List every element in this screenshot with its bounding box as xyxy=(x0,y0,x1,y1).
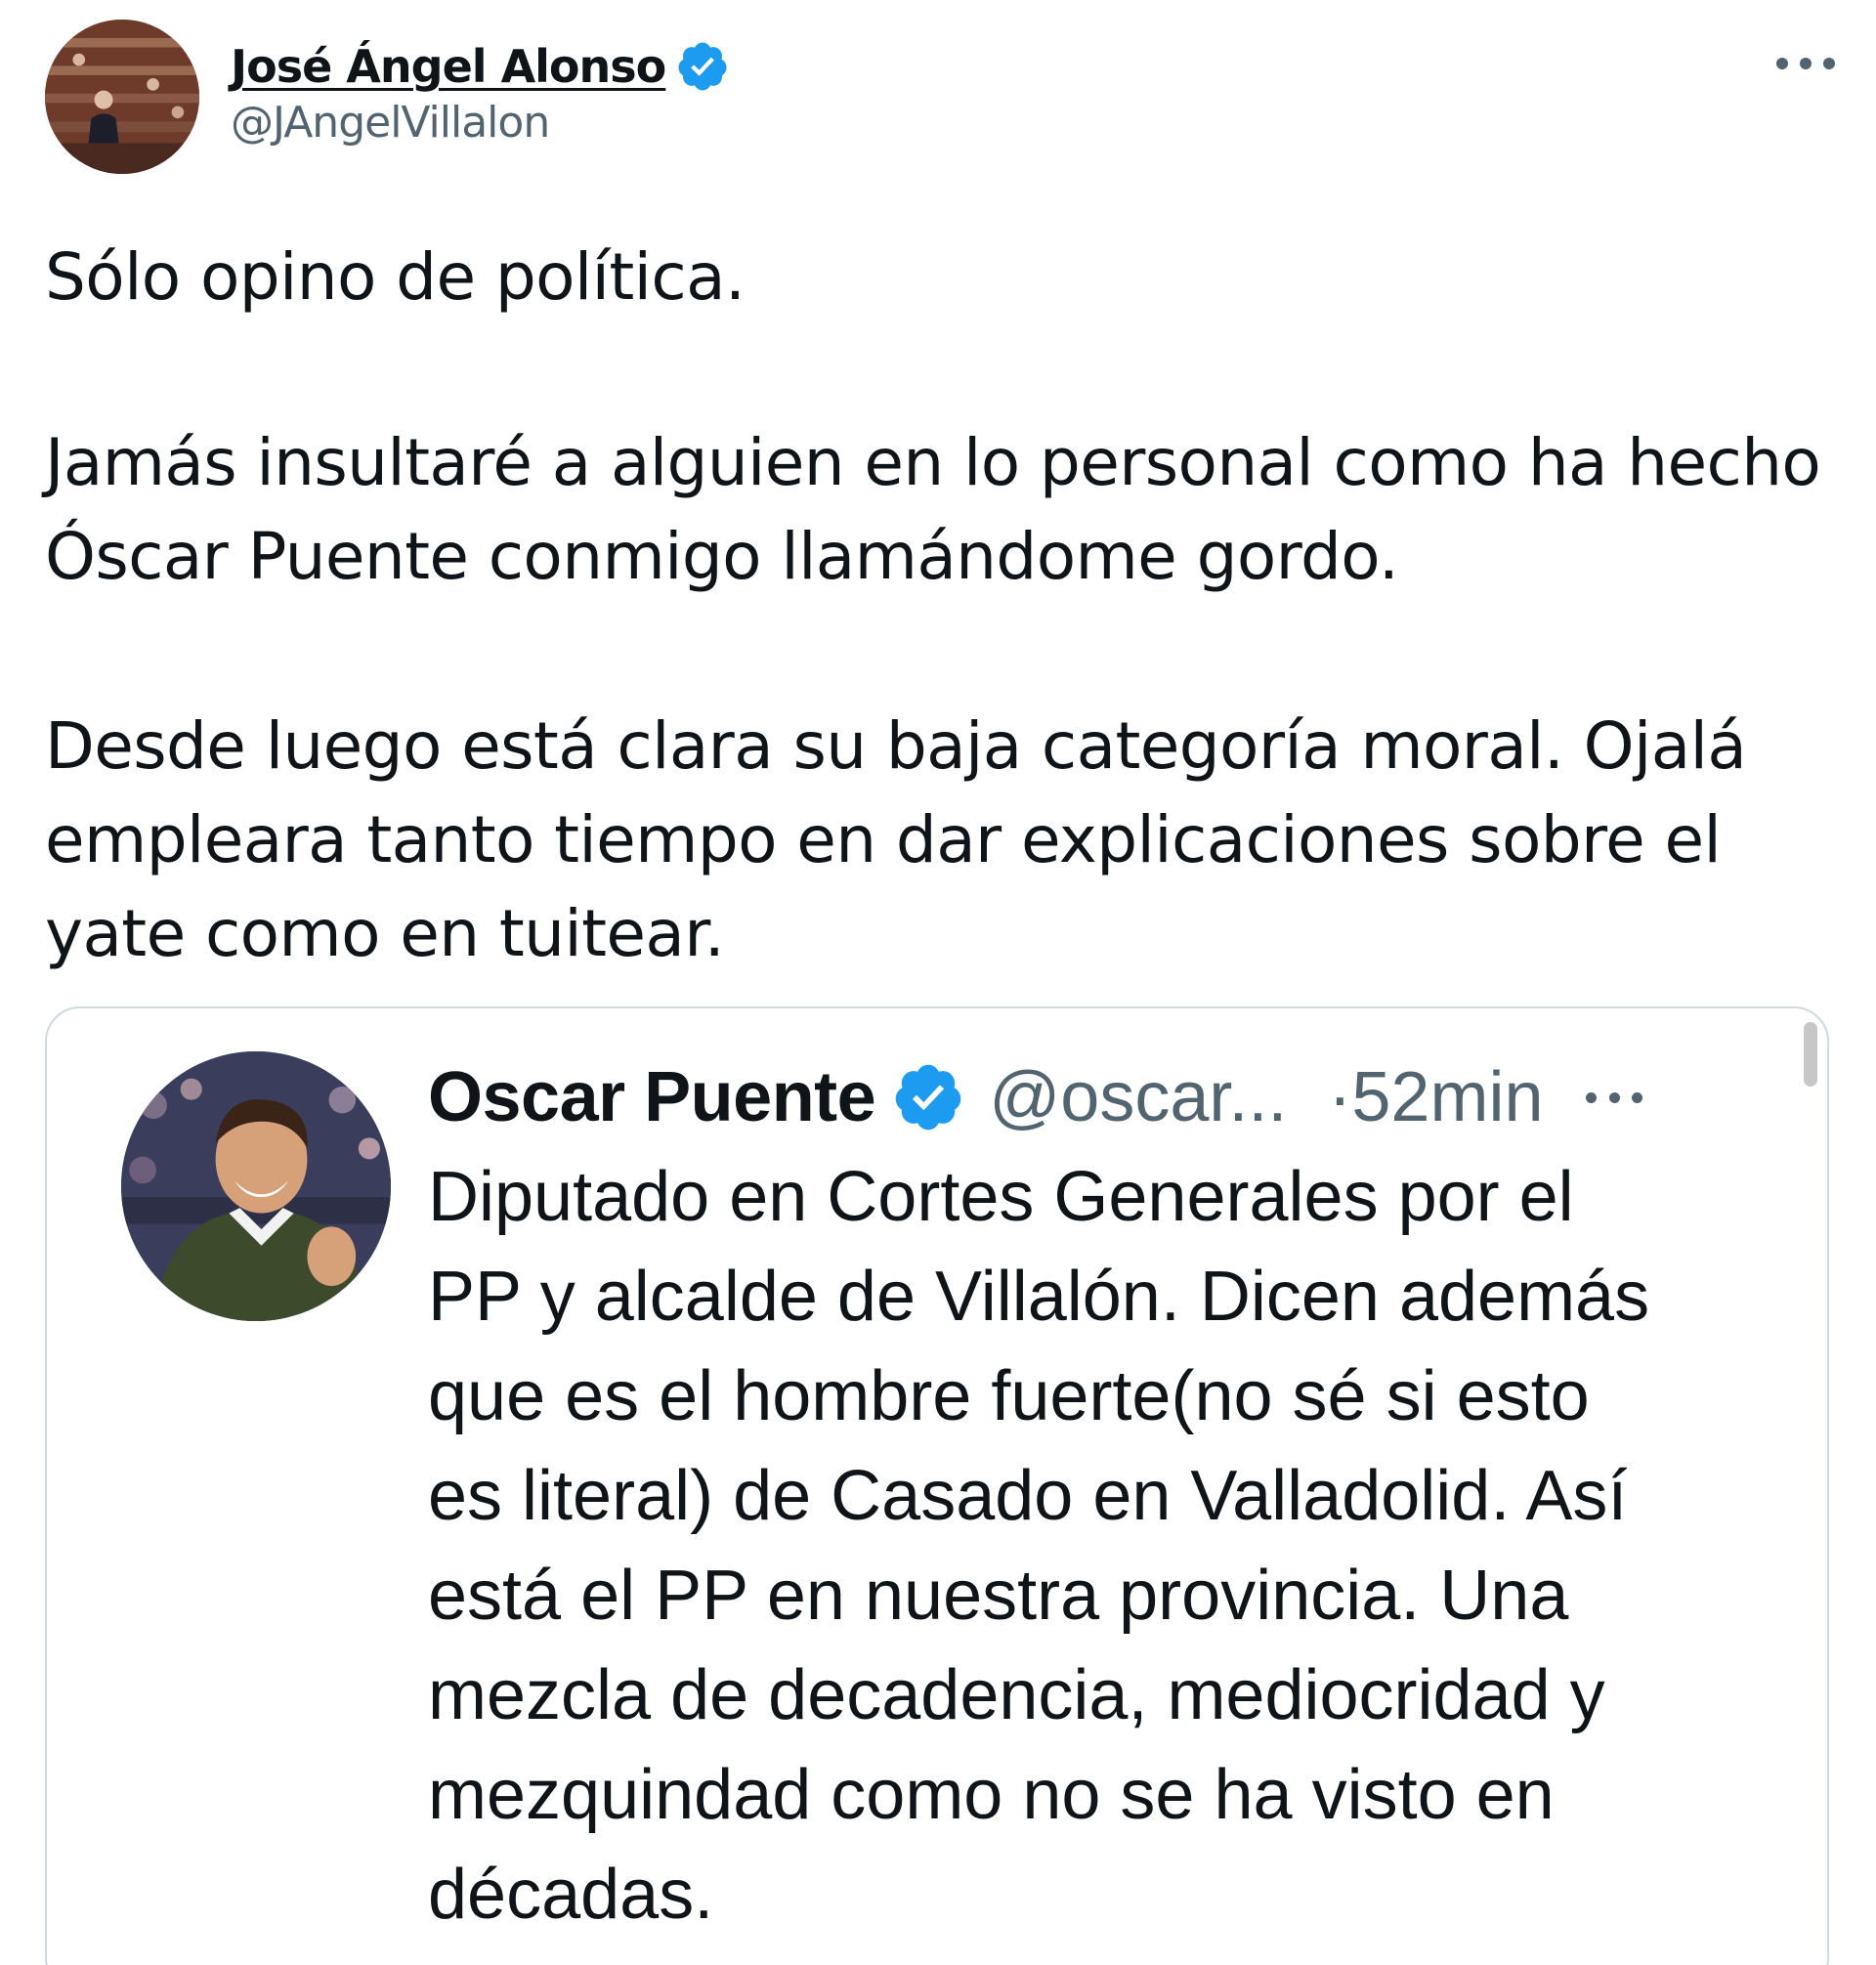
quoted-tweet-header: Oscar Puente @oscar... ·52min xyxy=(428,1053,1643,1141)
quoted-tweet-line: que es el hombre fuerte(no sé si esto xyxy=(428,1357,1590,1435)
tweet-line: Sólo opino de política. xyxy=(45,239,746,315)
quoted-author-name[interactable]: Oscar Puente xyxy=(428,1057,876,1137)
quoted-tweet-line: mezquindad como no se ha visto en xyxy=(428,1756,1555,1834)
tweet-paragraph-1: Sólo opino de política. xyxy=(45,231,1843,324)
quoted-author-avatar[interactable] xyxy=(121,1051,391,1321)
author-name-row: José Ángel Alonso xyxy=(231,35,730,98)
quoted-tweet-timestamp[interactable]: ·52min xyxy=(1328,1057,1543,1137)
author-name[interactable]: José Ángel Alonso xyxy=(231,40,666,93)
tweet-line: empleara tanto tiempo en dar explicacion… xyxy=(45,802,1722,877)
tweet-line: yate como en tuitear. xyxy=(45,896,725,971)
author-avatar-image xyxy=(45,20,199,174)
verified-badge-icon xyxy=(675,39,730,94)
quoted-tweet-line: mezcla de decadencia, mediocridad y xyxy=(428,1656,1605,1734)
tweet-line: Óscar Puente conmigo llamándome gordo. xyxy=(45,519,1399,594)
more-options-icon[interactable] xyxy=(1776,39,1835,88)
tweet-line: Desde luego está clara su baja categoría… xyxy=(45,708,1747,784)
quoted-tweet-text: Diputado en Cortes Generales por el PP y… xyxy=(428,1147,1796,1944)
verified-badge-icon xyxy=(891,1060,965,1134)
quoted-tweet-line: es literal) de Casado en Valladolid. Así xyxy=(428,1457,1628,1535)
tweet-line: Jamás insultaré a alguien en lo personal… xyxy=(45,425,1821,500)
quoted-author-avatar-image xyxy=(121,1051,391,1321)
quoted-more-options-icon[interactable] xyxy=(1586,1088,1643,1107)
tweet-paragraph-2: Jamás insultaré a alguien en lo personal… xyxy=(45,416,1843,604)
quoted-tweet-card[interactable]: Oscar Puente @oscar... ·52min Diputado e… xyxy=(45,1006,1829,1965)
quoted-tweet-line: décadas. xyxy=(428,1856,714,1934)
quoted-tweet-line: PP y alcalde de Villalón. Dicen además xyxy=(428,1258,1650,1336)
scrollbar-thumb[interactable] xyxy=(1804,1022,1817,1087)
author-handle[interactable]: @JAngelVillalon xyxy=(231,98,550,148)
quoted-tweet-line: está el PP en nuestra provincia. Una xyxy=(428,1557,1569,1635)
quoted-tweet-line: Diputado en Cortes Generales por el xyxy=(428,1158,1574,1236)
author-avatar[interactable] xyxy=(45,20,199,174)
tweet-paragraph-3: Desde luego está clara su baja categoría… xyxy=(45,700,1843,981)
quoted-author-handle[interactable]: @oscar... xyxy=(989,1057,1287,1137)
